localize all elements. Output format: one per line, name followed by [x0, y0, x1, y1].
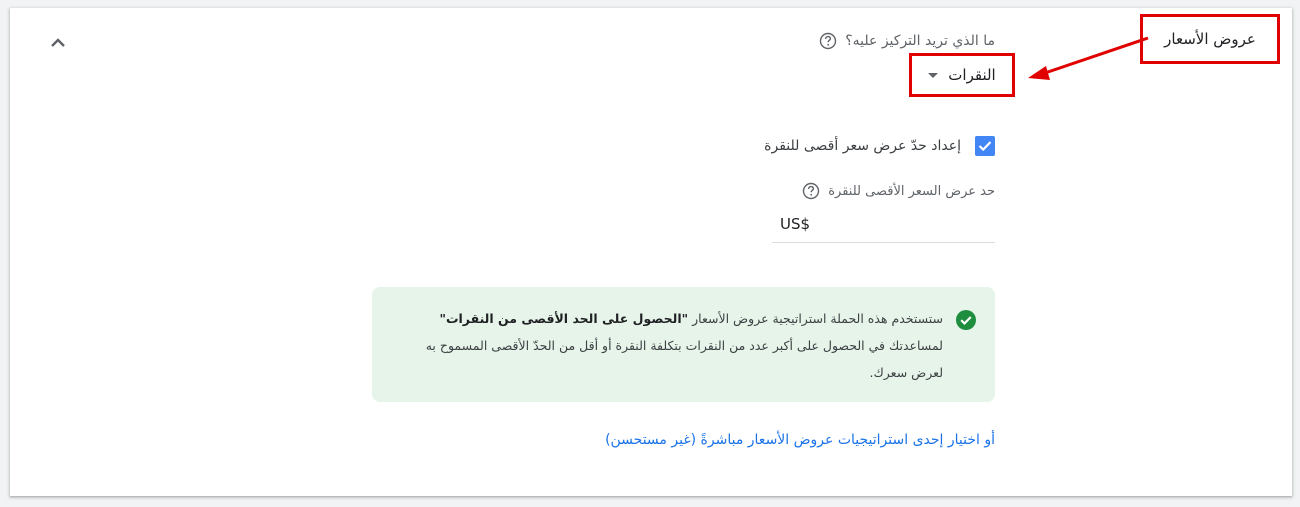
bidding-card: عروض الأسعار ما الذي تريد التركيز عليه؟ … [10, 8, 1292, 496]
info-text-after: لمساعدتك في الحصول على أكبر عدد من النقر… [425, 338, 943, 380]
section-label-annotation: عروض الأسعار [1140, 14, 1280, 64]
section-label-text: عروض الأسعار [1164, 30, 1256, 48]
currency-prefix: US$ [780, 215, 811, 233]
checkmark-icon [978, 141, 992, 152]
focus-question: ما الذي تريد التركيز عليه؟ [819, 32, 995, 50]
focus-dropdown[interactable]: النقرات [909, 53, 1015, 97]
help-icon[interactable] [819, 32, 837, 50]
dropdown-arrow-icon [928, 72, 939, 78]
focus-question-text: ما الذي تريد التركيز عليه؟ [845, 33, 995, 49]
annotation-arrow [1028, 36, 1149, 80]
max-cpc-checkbox[interactable] [975, 136, 995, 156]
strategy-name: "الحصول على الحد الأقصى من النقرات" [439, 311, 689, 326]
help-icon[interactable] [802, 182, 820, 200]
max-cpc-checkbox-label: إعداد حدّ عرض سعر أقصى للنقرة [764, 138, 961, 154]
strategy-info-text: ستستخدم هذه الحملة استراتيجية عروض الأسع… [423, 305, 943, 386]
select-bid-strategy-link[interactable]: أو اختيار إحدى استراتيجيات عروض الأسعار … [605, 432, 995, 448]
max-cpc-amount-input[interactable]: US$ [772, 206, 995, 243]
info-text-before: ستستخدم هذه الحملة استراتيجية عروض الأسع… [688, 311, 943, 326]
max-cpc-limit-text: حد عرض السعر الأقصى للنقرة [828, 183, 995, 199]
max-cpc-checkbox-row: إعداد حدّ عرض سعر أقصى للنقرة [764, 136, 995, 156]
max-cpc-limit-label: حد عرض السعر الأقصى للنقرة [802, 182, 995, 200]
strategy-info-box: ستستخدم هذه الحملة استراتيجية عروض الأسع… [372, 287, 995, 402]
check-circle-icon [956, 310, 976, 330]
collapse-button[interactable] [46, 30, 70, 54]
chevron-up-icon [51, 38, 65, 47]
focus-dropdown-value: النقرات [948, 66, 996, 84]
